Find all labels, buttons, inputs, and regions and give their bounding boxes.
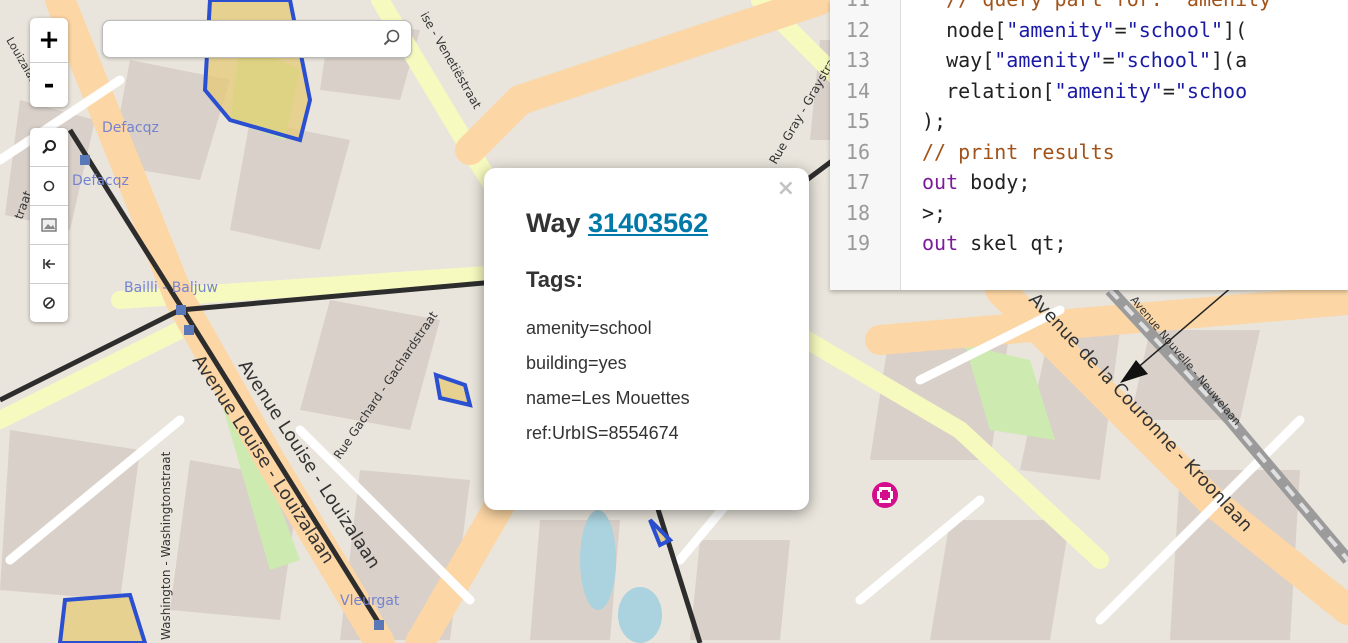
map-data-button[interactable] bbox=[30, 205, 68, 244]
line-number: 14 bbox=[845, 78, 870, 103]
popup-title: Way 31403562 bbox=[526, 208, 809, 239]
code-token: "amenity" bbox=[994, 48, 1103, 72]
label-washington: Washington - Washingtonstraat bbox=[159, 451, 173, 640]
line-number: 19 bbox=[845, 231, 870, 255]
code-token: out bbox=[922, 231, 959, 255]
tag-ref-urbis: ref:UrbIS=8554674 bbox=[526, 423, 679, 443]
code-line[interactable]: 16 // print results bbox=[830, 137, 1348, 167]
tag-name: name=Les Mouettes bbox=[526, 388, 690, 408]
first-result-button[interactable] bbox=[30, 244, 68, 283]
clear-button[interactable] bbox=[30, 283, 68, 322]
label-defacqz-1: Defacqz bbox=[102, 120, 159, 136]
code-token: ); bbox=[922, 109, 947, 133]
zoom-control: + - bbox=[30, 18, 68, 107]
magnifier-icon bbox=[42, 140, 56, 154]
search-input[interactable] bbox=[113, 21, 377, 57]
line-number: 13 bbox=[845, 48, 870, 72]
code-token: node[ bbox=[922, 17, 1007, 42]
code-line[interactable]: 19 out skel qt; bbox=[830, 228, 1348, 258]
code-text: >; bbox=[922, 198, 946, 228]
line-number: 17 bbox=[845, 170, 870, 194]
code-token: "schoo bbox=[1174, 78, 1248, 103]
code-token: "school" bbox=[1126, 17, 1224, 42]
code-token: "amenity" bbox=[1006, 17, 1115, 42]
code-line[interactable]: 15); bbox=[830, 106, 1348, 136]
code-text: node["amenity"="school"]( bbox=[922, 15, 1247, 45]
code-text: relation["amenity"="schoo bbox=[922, 76, 1247, 106]
code-text: out body; bbox=[922, 167, 1030, 197]
code-line[interactable]: 18 >; bbox=[830, 198, 1348, 228]
label-bailli: Bailli - Baljuw bbox=[124, 280, 218, 296]
tag-building: building=yes bbox=[526, 353, 627, 373]
line-number: 18 bbox=[845, 200, 870, 225]
code-token: = bbox=[1102, 48, 1115, 72]
code-token: >; bbox=[922, 200, 947, 225]
label-vleurgat: Vleurgat bbox=[340, 593, 400, 609]
code-text: // query part for: “amenity bbox=[922, 0, 1271, 14]
tag-list: amenity=school building=yes name=Les Mou… bbox=[526, 311, 809, 451]
code-token: "school" bbox=[1114, 48, 1211, 72]
code-token: skel qt; bbox=[958, 231, 1067, 255]
hospital-icon[interactable] bbox=[872, 482, 898, 508]
code-line[interactable]: 17 out body; bbox=[830, 167, 1348, 197]
code-token: relation[ bbox=[922, 78, 1055, 103]
code-text: out skel qt; bbox=[922, 228, 1067, 258]
popup-close-button[interactable]: × bbox=[777, 176, 795, 201]
image-icon bbox=[41, 218, 57, 232]
query-editor[interactable]: 11 // query part for: “amenity12 node["a… bbox=[830, 0, 1348, 290]
code-token: body; bbox=[958, 170, 1031, 194]
code-token: ](a bbox=[1211, 48, 1248, 72]
no-entry-icon bbox=[43, 297, 55, 309]
tags-heading: Tags: bbox=[526, 267, 584, 292]
line-number: 15 bbox=[845, 109, 870, 133]
locate-button[interactable] bbox=[30, 166, 68, 205]
map-toolbar bbox=[30, 128, 68, 322]
code-token: = bbox=[1114, 17, 1127, 42]
code-text: ); bbox=[922, 106, 946, 136]
zoom-in-button[interactable]: + bbox=[30, 18, 68, 62]
code-line[interactable]: 12 node["amenity"="school"]( bbox=[830, 15, 1348, 45]
zoom-out-button[interactable]: - bbox=[30, 62, 68, 107]
search-icon[interactable] bbox=[383, 29, 401, 47]
way-id-link[interactable]: 31403562 bbox=[588, 208, 708, 238]
code-line[interactable]: 14 relation["amenity"="schoo bbox=[830, 76, 1348, 106]
code-token: // query part for: “amenity bbox=[922, 0, 1271, 11]
code-token: ]( bbox=[1223, 17, 1248, 42]
code-text: // print results bbox=[922, 137, 1115, 167]
search-box bbox=[102, 20, 412, 58]
result-popup: × Way 31403562 Tags: amenity=school buil… bbox=[484, 168, 809, 510]
code-token: // print results bbox=[922, 139, 1115, 164]
line-number: 11 bbox=[830, 0, 870, 14]
zoom-to-data-button[interactable] bbox=[30, 128, 68, 166]
code-token: out bbox=[922, 170, 959, 194]
code-token: way[ bbox=[922, 48, 995, 72]
line-number: 12 bbox=[845, 17, 870, 42]
code-token: = bbox=[1162, 78, 1175, 103]
code-text: way["amenity"="school"](a bbox=[922, 45, 1247, 75]
line-number: 16 bbox=[845, 139, 870, 164]
arrow-to-start-icon bbox=[43, 259, 55, 269]
label-defacqz-2: Defacqz bbox=[72, 173, 129, 189]
code-line[interactable]: 11 // query part for: “amenity bbox=[830, 0, 1348, 14]
tag-amenity: amenity=school bbox=[526, 318, 652, 338]
code-token: "amenity" bbox=[1054, 78, 1163, 103]
circle-icon bbox=[43, 180, 55, 192]
popup-title-prefix: Way bbox=[526, 208, 581, 238]
code-line[interactable]: 13 way["amenity"="school"](a bbox=[830, 45, 1348, 75]
